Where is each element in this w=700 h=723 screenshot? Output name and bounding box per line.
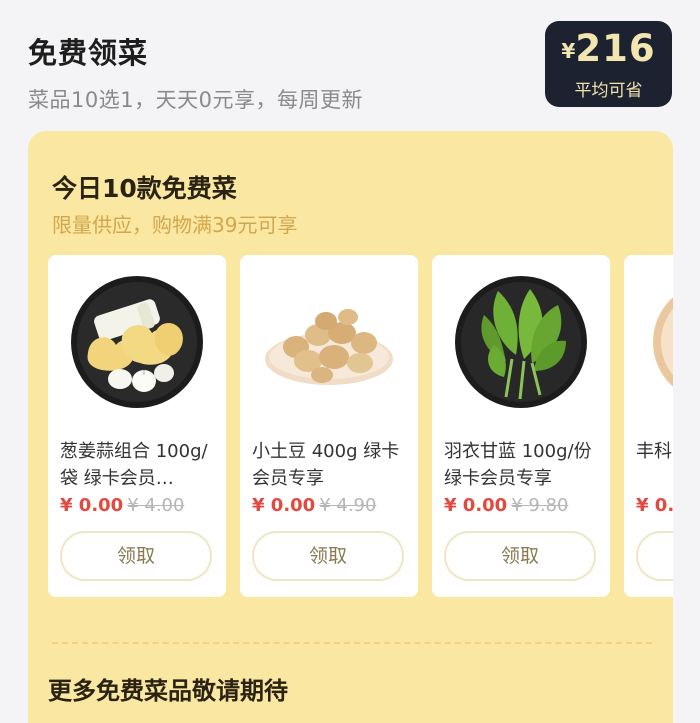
original-price: ¥ 4.00 <box>127 495 185 516</box>
claim-button[interactable]: 领取 <box>252 531 404 581</box>
price-row: ¥ 0.00 ¥ 4.90 <box>252 495 376 516</box>
claim-button[interactable] <box>636 531 673 581</box>
price-row: ¥ 0.00 ¥ 4.00 <box>60 495 184 516</box>
free-vegetables-panel: 今日10款免费菜 限量供应，购物满39元可享 葱姜蒜组合 100g/袋 绿卡会员… <box>28 131 673 723</box>
sale-price: ¥ 0.00 <box>252 495 316 516</box>
garlic-ginger-icon <box>70 275 204 409</box>
savings-value: 216 <box>575 27 656 70</box>
savings-label: 平均可省 <box>574 81 643 101</box>
product-carousel[interactable]: 葱姜蒜组合 100g/袋 绿卡会员… ¥ 0.00 ¥ 4.00 领取 小土豆 … <box>48 255 673 597</box>
price-row: ¥ 0.00 ¥ 9.80 <box>444 495 568 516</box>
product-card[interactable]: 丰科g/份 ¥ 0. <box>624 255 673 597</box>
promo-subtitle: 限量供应，购物满39元可享 <box>52 213 298 237</box>
savings-amount: ¥216 <box>545 27 672 78</box>
product-name: 葱姜蒜组合 100g/袋 绿卡会员… <box>60 441 208 489</box>
product-name: 丰科g/份 <box>636 441 673 462</box>
sale-price: ¥ 0. <box>636 495 673 516</box>
savings-currency: ¥ <box>561 39 576 63</box>
savings-badge: ¥216 平均可省 <box>545 21 672 107</box>
kale-icon <box>454 275 588 409</box>
more-coming-text: 更多免费菜品敬请期待 <box>48 677 288 705</box>
page-header: 免费领菜 菜品10选1，天天0元享，每周更新 ¥216 平均可省 <box>0 0 700 130</box>
page-title: 免费领菜 <box>28 36 149 70</box>
product-card[interactable]: 小土豆 400g 绿卡会员专享 ¥ 0.00 ¥ 4.90 领取 <box>240 255 418 597</box>
divider <box>52 642 652 644</box>
promo-title: 今日10款免费菜 <box>52 174 237 203</box>
product-card[interactable]: 葱姜蒜组合 100g/袋 绿卡会员… ¥ 0.00 ¥ 4.00 领取 <box>48 255 226 597</box>
claim-button[interactable]: 领取 <box>444 531 596 581</box>
original-price: ¥ 4.90 <box>319 495 377 516</box>
sale-price: ¥ 0.00 <box>60 495 124 516</box>
claim-button[interactable]: 领取 <box>60 531 212 581</box>
product-name: 小土豆 400g 绿卡会员专享 <box>252 441 400 489</box>
original-price: ¥ 9.80 <box>511 495 569 516</box>
produce-icon <box>646 275 673 409</box>
price-row: ¥ 0. <box>636 495 673 516</box>
product-name: 羽衣甘蓝 100g/份 绿卡会员专享 <box>444 441 592 489</box>
product-card[interactable]: 羽衣甘蓝 100g/份 绿卡会员专享 ¥ 0.00 ¥ 9.80 领取 <box>432 255 610 597</box>
potato-icon <box>262 275 396 409</box>
page-subtitle: 菜品10选1，天天0元享，每周更新 <box>28 88 363 112</box>
sale-price: ¥ 0.00 <box>444 495 508 516</box>
